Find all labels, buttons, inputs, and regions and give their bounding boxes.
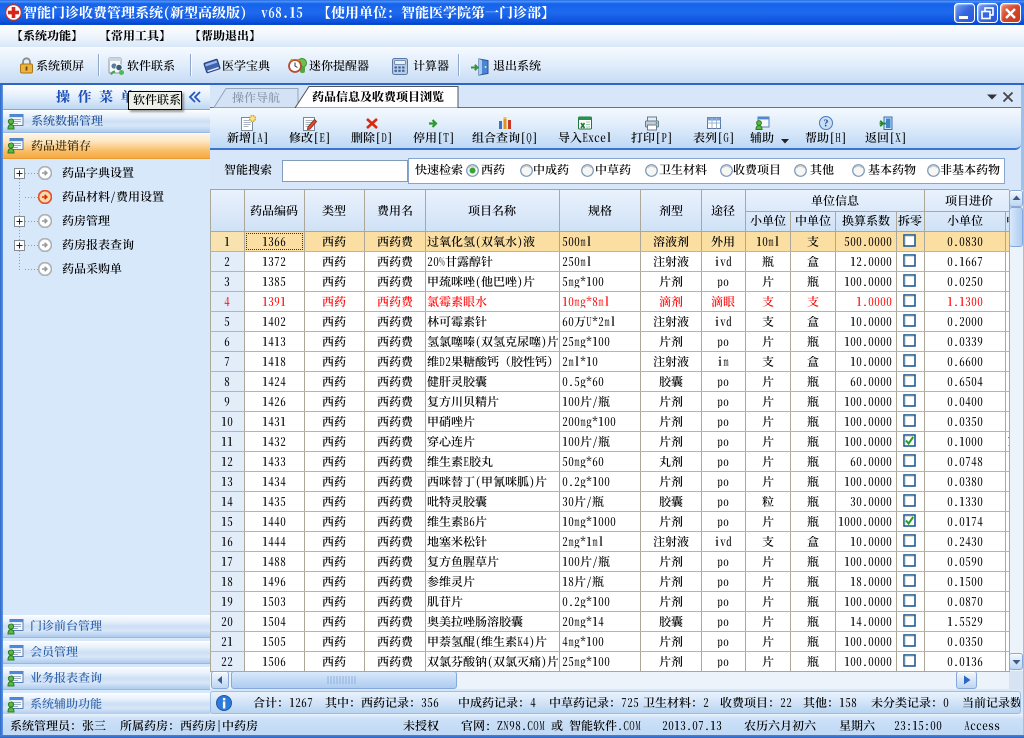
svg-text:?: ? bbox=[824, 119, 829, 130]
